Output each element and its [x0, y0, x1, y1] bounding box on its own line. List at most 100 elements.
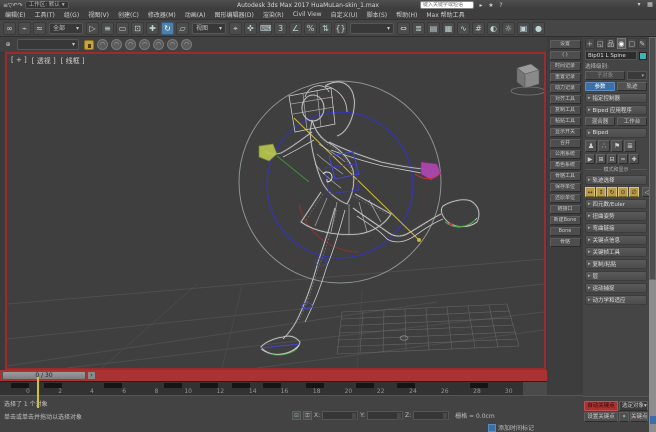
playhead-indicator[interactable] [37, 377, 39, 408]
menu-item[interactable]: 视图(V) [88, 10, 109, 19]
workbench-button[interactable]: 工作台 [617, 117, 647, 126]
schematic-view-icon[interactable]: # [472, 22, 485, 35]
menu-item[interactable]: 工具(T) [34, 10, 54, 19]
menu-item[interactable]: 脚本(S) [367, 10, 388, 19]
keyboard-shortcut-override-icon[interactable]: ⌨ [259, 22, 272, 35]
reference-coordinate-dropdown[interactable]: 视图 ▾ [192, 23, 226, 34]
auto-key-button[interactable]: 自动关键点 [584, 401, 618, 411]
window-menu-icon[interactable]: ▦ [646, 1, 654, 8]
figure-mode-icon[interactable]: ♟ [585, 140, 597, 152]
select-and-rotate-icon[interactable]: ↻ [161, 22, 174, 35]
keyframe-marker[interactable] [200, 383, 218, 388]
ribbon-toggle-icon[interactable]: ▦ [442, 22, 455, 35]
isolate-selection-icon[interactable]: ⊡ [292, 411, 301, 420]
curve-editor-icon[interactable]: ∿ [457, 22, 470, 35]
set-keys-icon[interactable]: ✦ [619, 412, 629, 422]
round-tool-icon-4[interactable]: ◠ [139, 39, 150, 50]
angle-snap-icon[interactable]: ∠ [289, 22, 302, 35]
rollout-header[interactable]: ▸ 层 [585, 271, 647, 281]
material-editor-icon[interactable]: ◐ [487, 22, 500, 35]
tab-utilities[interactable]: ✎ [638, 38, 648, 49]
y-coordinate-field[interactable] [367, 411, 403, 420]
edit-named-selection-sets-icon[interactable]: {} [334, 22, 347, 35]
menu-item[interactable]: 帮助(H) [396, 10, 417, 19]
next-frame-button[interactable]: › [87, 371, 96, 380]
rollout-header[interactable]: ▸ 弯曲链接 [585, 223, 647, 233]
round-tool-icon-1[interactable]: ◠ [97, 39, 108, 50]
layer-manager-icon[interactable]: ▤ [427, 22, 440, 35]
keyframe-marker[interactable] [104, 383, 122, 388]
menu-item[interactable]: 修改器(M) [148, 10, 176, 19]
tool-strip-button[interactable]: 骨骼 [550, 238, 581, 247]
tab-motion[interactable]: ◉ [617, 38, 627, 49]
rollout-header[interactable]: ▸ 复制/粘贴 [585, 259, 647, 269]
menu-item[interactable]: 渲染(R) [263, 10, 284, 19]
tool-strip-button[interactable]: 粘贴工具 [550, 117, 581, 126]
menu-item[interactable]: 组(G) [64, 10, 79, 19]
body-horizontal-icon[interactable]: ↔ [585, 187, 595, 197]
perspective-viewport[interactable]: [ + ] [ 透视 ] [ 线框 ] [5, 52, 546, 370]
select-and-manipulate-icon[interactable]: ✜ [244, 22, 257, 35]
render-setup-icon[interactable]: ☼ [502, 22, 515, 35]
rollout-header[interactable]: ▸ 动力学和适应 [585, 295, 647, 305]
time-slider-handle[interactable]: 0 / 30 [2, 371, 86, 380]
search-icon[interactable]: ▸ [477, 2, 485, 9]
tool-strip-button[interactable]: 保存单位 [550, 183, 581, 192]
convert-icon[interactable]: ≈ [618, 154, 628, 164]
select-and-move-icon[interactable]: ✚ [146, 22, 159, 35]
snap-toggle-3d-icon[interactable]: 3 [274, 22, 287, 35]
time-slider[interactable]: 0 / 30 › [0, 370, 547, 381]
rollout-header[interactable]: ▸ 四元数/Euler [585, 199, 647, 209]
tool-strip-button[interactable]: 显示开关 [550, 128, 581, 137]
help-icon[interactable]: ? [497, 2, 505, 9]
mixer-button[interactable]: 混合器 [585, 117, 615, 126]
align-icon[interactable]: ≣ [412, 22, 425, 35]
menu-item[interactable]: 图形编辑器(D) [215, 10, 254, 19]
use-pivot-point-icon[interactable]: ⌖ [229, 22, 242, 35]
select-and-scale-icon[interactable]: ▱ [176, 22, 189, 35]
tool-strip-button[interactable]: 设置 [550, 40, 581, 49]
rollout-header[interactable]: ▸ 扭曲姿势 [585, 211, 647, 221]
tool-strip-button[interactable]: 动力记录 [550, 84, 581, 93]
tab-modify[interactable]: ◱ [596, 38, 606, 49]
rollout-header[interactable]: ▸ 关键点信息 [585, 235, 647, 245]
opposite-tracks-left-icon[interactable]: ◁ [642, 187, 649, 197]
key-filter-dropdown[interactable]: 选定对象 ▾ [619, 401, 648, 411]
menu-item[interactable]: Civil View [293, 11, 322, 18]
key-filters-button[interactable]: 关键点过滤... [630, 412, 648, 422]
tool-strip-button[interactable]: 合并 [550, 139, 581, 148]
load-file-icon[interactable]: ⊞ [596, 154, 606, 164]
time-tag-icon[interactable] [488, 424, 496, 432]
keyframe-marker[interactable] [164, 383, 182, 388]
footstep-mode-icon[interactable]: ∴ [598, 140, 610, 152]
keyframe-marker[interactable] [356, 383, 374, 388]
select-and-link-icon[interactable]: ∞ [3, 22, 16, 35]
window-crossing-icon[interactable]: ⊡ [131, 22, 144, 35]
menu-item[interactable]: 自定义(U) [331, 10, 358, 19]
rendered-frame-window-icon[interactable]: ▣ [517, 22, 530, 35]
parameters-button[interactable]: 参数 [585, 82, 615, 91]
selection-set-icon[interactable]: ⊕ [4, 41, 12, 48]
symmetrical-tracks-icon[interactable]: ∅ [629, 187, 639, 197]
rollout-assign-controller[interactable]: ▸ 指定控制器 [585, 93, 647, 103]
favorites-star-icon[interactable]: ★ [487, 2, 495, 9]
menu-item[interactable]: Max 帮助工具 [426, 10, 464, 19]
tab-create[interactable]: + [585, 38, 595, 49]
notification-icon[interactable]: ▾ [635, 1, 643, 8]
mixer-mode-icon[interactable]: ≣ [624, 140, 636, 152]
x-coordinate-field[interactable] [322, 411, 358, 420]
workspace-dropdown[interactable]: 工作区: 默认 ▾ [25, 1, 69, 9]
render-production-icon[interactable]: ● [532, 22, 545, 35]
move-all-mode-icon[interactable]: ✚ [629, 154, 639, 164]
sub-object-dropdown[interactable]: ▾ [627, 71, 647, 80]
motion-flow-mode-icon[interactable]: ⚑ [611, 140, 623, 152]
tool-strip-button[interactable]: 新建Bone [550, 216, 581, 225]
select-by-name-icon[interactable]: ≡ [101, 22, 114, 35]
command-panel-scrollbar[interactable] [649, 37, 656, 432]
scrollbar-thumb[interactable] [649, 37, 656, 280]
lock-icon[interactable] [84, 40, 94, 50]
z-coordinate-field[interactable] [413, 411, 449, 420]
rectangular-selection-region-icon[interactable]: ▭ [116, 22, 129, 35]
tool-strip-button[interactable]: 骨骼工具 [550, 172, 581, 181]
add-time-tag[interactable]: 添加时间标记 [498, 423, 534, 432]
